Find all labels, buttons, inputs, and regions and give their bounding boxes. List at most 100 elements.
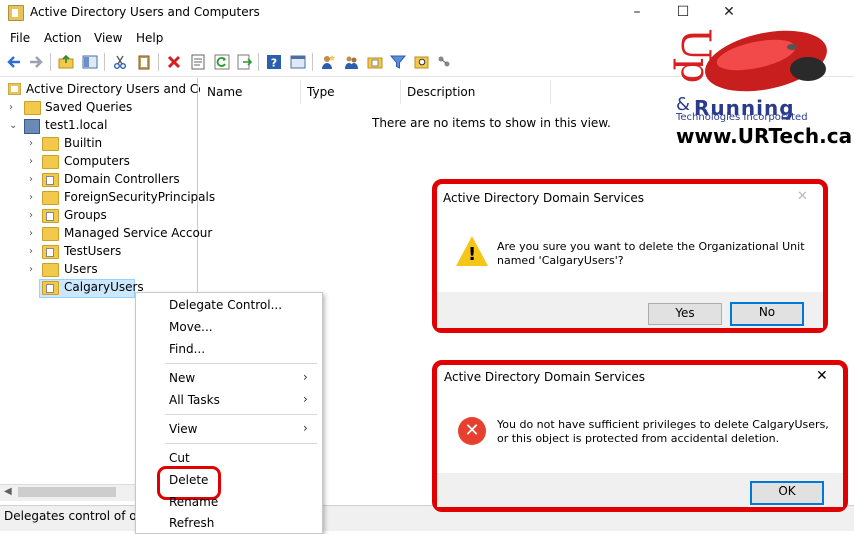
chevron-right-icon[interactable]: › [29,247,39,257]
new-group-icon[interactable] [344,54,360,70]
scroll-left-icon[interactable]: ◀ [4,486,12,497]
toolbar-separator [312,53,313,71]
error-message-line2: or this object is protected from acciden… [497,432,780,445]
empty-list-message: There are no items to show in this view. [372,116,611,130]
scrollbar-thumb[interactable] [18,487,116,497]
chevron-right-icon[interactable]: › [29,157,39,167]
ou-folder-icon [42,245,59,259]
column-type[interactable]: Type [307,85,335,99]
toolbar-separator [50,53,51,71]
folder-icon [42,137,59,151]
help-icon[interactable]: ? [266,54,282,70]
tree-item-managed-service-accounts[interactable]: Managed Service Accour [64,226,212,240]
submenu-arrow-icon: › [303,392,308,406]
column-divider[interactable] [300,80,301,104]
filter-icon[interactable] [390,54,406,70]
menu-separator [165,414,317,415]
chevron-right-icon[interactable]: › [29,229,39,239]
ou-folder-icon [42,173,59,187]
chevron-right-icon[interactable]: › [29,211,39,221]
menu-item-find[interactable]: Find... [169,342,205,356]
menu-help[interactable]: Help [136,31,163,45]
domain-icon [24,119,40,134]
status-text: Delegates control of obje [4,509,155,523]
tree-item-testusers[interactable]: TestUsers [64,244,121,258]
tree-item-foreign-security-principals[interactable]: ForeignSecurityPrincipals [64,190,215,204]
app-icon [8,5,24,21]
delete-icon[interactable] [166,54,182,70]
new-ou-icon[interactable] [367,54,383,70]
console-root-icon [7,82,22,96]
submenu-arrow-icon: › [303,370,308,384]
chevron-right-icon[interactable]: › [29,193,39,203]
error-icon: ✕ [458,417,486,445]
chevron-right-icon[interactable]: › [29,265,39,275]
folder-icon [24,101,41,115]
toolbar-separator [104,53,105,71]
menu-item-delegate-control[interactable]: Delegate Control... [169,298,282,312]
paste-icon[interactable] [136,54,152,70]
close-window-button[interactable]: ✕ [706,0,752,26]
tree-item-calgaryusers[interactable]: CalgaryUsers [64,280,144,294]
chevron-right-icon[interactable]: › [29,175,39,185]
folder-icon [42,155,59,169]
folder-icon [42,191,59,205]
column-divider[interactable] [550,80,551,104]
console-view-icon[interactable] [290,54,306,70]
warning-exclamation: ! [468,244,477,265]
tree-item-saved-queries[interactable]: Saved Queries [45,100,132,114]
error-message-line1: You do not have sufficient privileges to… [497,418,829,431]
logo-subtitle: Technologies Incorporated [676,112,808,123]
svg-text:?: ? [271,57,277,70]
tree-root[interactable]: Active Directory Users and Com [26,82,217,96]
export-list-icon[interactable] [236,54,252,70]
tree-item-domain-controllers[interactable]: Domain Controllers [64,172,180,186]
ou-folder-icon [42,209,59,223]
window-title: Active Directory Users and Computers [30,5,260,19]
show-tree-icon[interactable] [82,54,98,70]
menu-item-move[interactable]: Move... [169,320,213,334]
refresh-icon[interactable] [214,54,230,70]
tree-item-builtin[interactable]: Builtin [64,136,102,150]
add-to-group-icon[interactable] [436,54,452,70]
up-folder-icon[interactable] [58,54,74,70]
dialog-title: Active Directory Domain Services [444,370,646,384]
submenu-arrow-icon: › [303,421,308,435]
menu-item-new[interactable]: New [169,371,195,385]
column-name[interactable]: Name [207,85,242,99]
menu-item-cut[interactable]: Cut [169,451,190,465]
column-divider[interactable] [400,80,401,104]
maximize-button[interactable]: ☐ [660,0,706,26]
no-button[interactable]: No [730,302,804,326]
menu-file[interactable]: File [10,31,30,45]
tree-item-computers[interactable]: Computers [64,154,130,168]
chevron-down-icon[interactable]: ⌄ [9,121,19,131]
folder-icon [42,227,59,241]
dialog-close-icon[interactable]: ✕ [797,189,808,204]
menu-item-view[interactable]: View [169,422,197,436]
confirm-message-line2: named 'CalgaryUsers'? [497,254,624,267]
minimize-button[interactable]: – [614,0,660,26]
tree-item-groups[interactable]: Groups [64,208,107,222]
ou-folder-icon [42,281,59,295]
menu-item-all-tasks[interactable]: All Tasks [169,393,220,407]
menu-action[interactable]: Action [44,31,82,45]
tree-item-users[interactable]: Users [64,262,98,276]
tree-item-domain[interactable]: test1.local [45,118,107,132]
menu-item-rename[interactable]: Rename [169,495,218,509]
back-icon[interactable] [6,54,22,70]
new-user-icon[interactable] [320,54,336,70]
properties-icon[interactable] [190,54,206,70]
menu-view[interactable]: View [94,31,122,45]
chevron-right-icon[interactable]: › [9,103,19,113]
column-description[interactable]: Description [407,85,475,99]
menu-item-refresh[interactable]: Refresh [169,516,214,530]
ok-button[interactable]: OK [750,481,824,505]
chevron-right-icon[interactable]: › [29,139,39,149]
dialog-close-icon[interactable]: ✕ [816,368,828,384]
confirm-message-line1: Are you sure you want to delete the Orga… [497,240,805,253]
cut-icon[interactable] [112,54,128,70]
yes-button[interactable]: Yes [648,303,722,325]
forward-icon[interactable] [28,54,44,70]
find-icon[interactable] [414,54,430,70]
